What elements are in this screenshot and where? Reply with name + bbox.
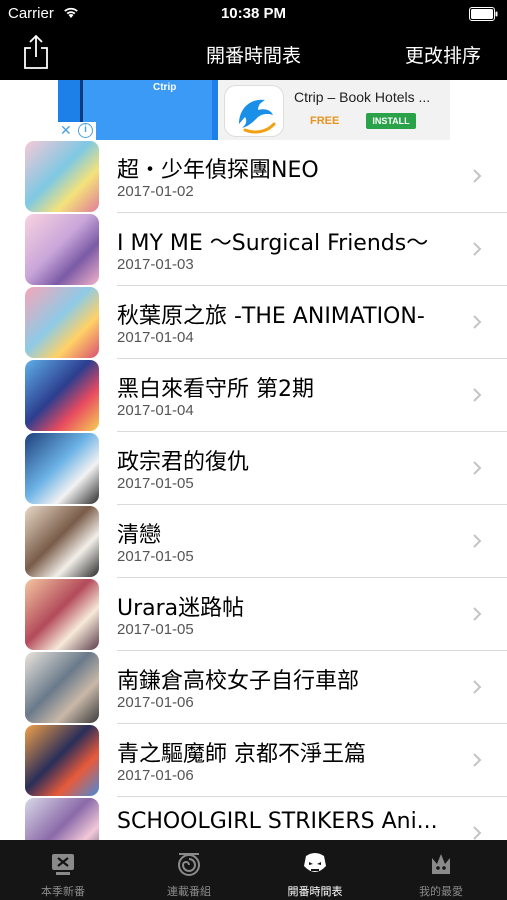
anime-title: 政宗君的復仇: [117, 450, 250, 475]
tab-label: 連載番組: [167, 885, 211, 898]
ctrip-app-icon: [224, 85, 284, 137]
chevron-right-icon: [473, 388, 482, 402]
ad-close-icon[interactable]: ✕: [60, 123, 75, 138]
chevron-right-icon: [473, 242, 482, 256]
crown-icon: [432, 854, 450, 874]
air-date: 2017-01-04: [117, 329, 194, 346]
change-sort-button[interactable]: 更改排序: [405, 41, 481, 68]
anime-title: 青之驅魔師 京都不淨王篇: [117, 742, 366, 767]
chevron-right-icon: [473, 680, 482, 694]
tab-label: 我的最愛: [419, 885, 463, 898]
air-date: 2017-01-04: [117, 402, 194, 419]
ad-info-icon[interactable]: i: [78, 123, 93, 138]
list-item[interactable]: Urara迷路帖 2017-01-05: [0, 578, 507, 651]
list-item[interactable]: I MY ME ～Surgical Friends～ 2017-01-03: [0, 213, 507, 286]
chevron-right-icon: [473, 315, 482, 329]
air-date: 2017-01-05: [117, 548, 194, 565]
anime-title: 清戀: [117, 523, 162, 548]
list-item[interactable]: SCHOOLGIRL STRIKERS Ani...: [0, 797, 507, 840]
list-item[interactable]: 政宗君的復仇 2017-01-05: [0, 432, 507, 505]
anime-title: 秋葉原之旅 -THE ANIMATION-: [117, 304, 425, 329]
anime-thumbnail: [25, 652, 99, 723]
chevron-right-icon: [473, 607, 482, 621]
ad-screenshot-panel: Ctrip: [80, 80, 212, 140]
anime-title: 南鎌倉高校女子自行車部: [117, 669, 360, 694]
anime-title: I MY ME ～Surgical Friends～: [117, 231, 429, 256]
chevron-right-icon: [473, 753, 482, 767]
list-item[interactable]: 黑白來看守所 第2期 2017-01-04: [0, 359, 507, 432]
swirl-icon: [178, 853, 200, 876]
air-date: 2017-01-05: [117, 475, 194, 492]
anime-title: SCHOOLGIRL STRIKERS Ani...: [117, 809, 438, 834]
air-date: 2017-01-05: [117, 621, 194, 638]
anime-thumbnail: [25, 579, 99, 650]
ad-banner[interactable]: Ctrip Ctrip – Book Hotels ... FREE INSTA…: [58, 80, 450, 140]
tab-bar: 本季新番 連載番組 開番時間表 我的最愛: [0, 840, 507, 900]
anime-title: 超・少年偵探團NEO: [117, 158, 319, 183]
list-item[interactable]: 秋葉原之旅 -THE ANIMATION- 2017-01-04: [0, 286, 507, 359]
schedule-list: 超・少年偵探團NEO 2017-01-02 I MY ME ～Surgical Fr…: [0, 140, 507, 840]
tab-schedule[interactable]: 開番時間表: [252, 840, 378, 900]
chevron-right-icon: [473, 169, 482, 183]
air-date: 2017-01-02: [117, 183, 194, 200]
tv-icon: [52, 854, 74, 875]
air-date: 2017-01-06: [117, 767, 194, 784]
mask-icon: [304, 853, 326, 872]
chevron-right-icon: [473, 534, 482, 548]
tab-current-season[interactable]: 本季新番: [0, 840, 126, 900]
ad-install-button[interactable]: INSTALL: [366, 113, 416, 129]
anime-thumbnail: [25, 506, 99, 577]
chevron-right-icon: [473, 826, 482, 840]
anime-thumbnail: [25, 360, 99, 431]
chevron-right-icon: [473, 461, 482, 475]
ad-price: FREE: [310, 115, 340, 127]
ad-title: Ctrip – Book Hotels ...: [294, 89, 431, 105]
status-time: 10:38 PM: [220, 5, 287, 22]
ad-controls: ✕ i: [58, 122, 96, 140]
anime-title: 黑白來看守所 第2期: [117, 377, 314, 402]
anime-thumbnail: [25, 798, 99, 840]
list-item[interactable]: 清戀 2017-01-05: [0, 505, 507, 578]
tab-serialized[interactable]: 連載番組: [126, 840, 252, 900]
status-bar: Carrier 10:38 PM: [0, 0, 507, 28]
anime-thumbnail: [25, 725, 99, 796]
list-item[interactable]: 超・少年偵探團NEO 2017-01-02: [0, 140, 507, 213]
anime-thumbnail: [25, 433, 99, 504]
anime-thumbnail: [25, 214, 99, 285]
list-item[interactable]: 南鎌倉高校女子自行車部 2017-01-06: [0, 651, 507, 724]
ad-mini-brand: Ctrip: [153, 82, 177, 93]
tab-label: 開番時間表: [287, 885, 343, 898]
tab-label: 本季新番: [41, 885, 85, 898]
list-item[interactable]: 青之驅魔師 京都不淨王篇 2017-01-06: [0, 724, 507, 797]
dolphin-icon: [239, 99, 276, 134]
anime-thumbnail: [25, 141, 99, 212]
tab-favorites[interactable]: 我的最愛: [378, 840, 504, 900]
battery-icon: [469, 7, 498, 21]
air-date: 2017-01-03: [117, 256, 194, 273]
anime-thumbnail: [25, 287, 99, 358]
navigation-bar: 開番時間表 更改排序: [0, 28, 507, 80]
anime-title: Urara迷路帖: [117, 596, 245, 621]
air-date: 2017-01-06: [117, 694, 194, 711]
